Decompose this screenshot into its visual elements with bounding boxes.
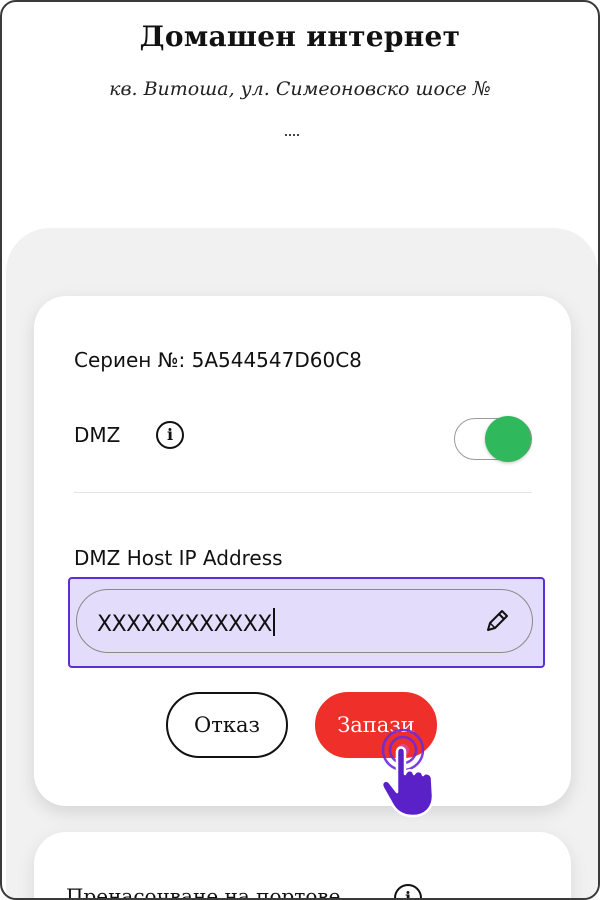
- ip-value-text: XXXXXXXXXXXX: [97, 612, 272, 637]
- dmz-host-ip-label: DMZ Host IP Address: [74, 546, 283, 570]
- tap-hand-icon: [381, 728, 435, 818]
- service-address: кв. Витоша, ул. Симеоновско шосе №: [109, 78, 491, 100]
- dmz-host-ip-input[interactable]: XXXXXXXXXXXX: [76, 589, 533, 653]
- dmz-toggle[interactable]: [454, 416, 532, 462]
- port-forwarding-title: Пренасочване на портове: [66, 884, 341, 900]
- app-frame: Домашен интернет кв. Витоша, ул. Симеоно…: [0, 0, 600, 900]
- cancel-button[interactable]: Отказ: [166, 692, 288, 758]
- info-icon[interactable]: i: [394, 884, 422, 898]
- divider: [74, 492, 532, 493]
- dmz-label: DMZ: [74, 423, 121, 447]
- serial-number: Сериен №: 5A544547D60C8: [74, 348, 362, 372]
- text-caret: [272, 608, 275, 636]
- ip-input-value: XXXXXXXXXXXX: [97, 608, 275, 637]
- dmz-row: DMZ i: [74, 416, 532, 462]
- header: Домашен интернет кв. Витоша, ул. Симеоно…: [2, 2, 598, 232]
- info-icon[interactable]: i: [156, 421, 184, 449]
- port-forwarding-card[interactable]: Пренасочване на портове i: [34, 832, 571, 900]
- toggle-knob: [485, 416, 531, 462]
- page-title: Домашен интернет: [139, 20, 461, 53]
- pencil-icon[interactable]: [482, 606, 512, 636]
- ip-field-highlight: XXXXXXXXXXXX: [68, 577, 545, 668]
- dmz-settings-card: Сериен №: 5A544547D60C8 DMZ i DMZ Host I…: [34, 296, 571, 806]
- address-continuation: [285, 134, 299, 138]
